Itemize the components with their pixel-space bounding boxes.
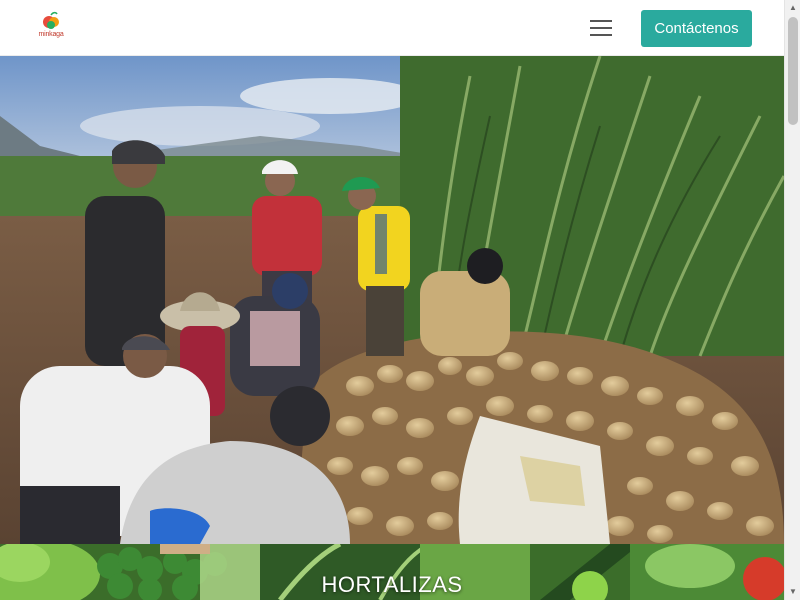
logo-text: minkaga	[38, 31, 64, 38]
scroll-down-arrow-icon[interactable]: ▼	[785, 584, 800, 600]
scroll-up-arrow-icon[interactable]: ▲	[785, 0, 800, 16]
page-scrollbar[interactable]: ▲ ▼	[784, 0, 800, 600]
contact-button[interactable]: Contáctenos	[641, 10, 752, 47]
site-header: minkaga Contáctenos	[0, 0, 784, 56]
category-title: HORTALIZAS	[321, 572, 463, 597]
hero-image	[0, 56, 784, 544]
logo-fruit-icon	[43, 11, 59, 29]
site-logo[interactable]: minkaga	[34, 10, 68, 42]
hamburger-menu-icon[interactable]	[585, 14, 617, 42]
scrollbar-thumb[interactable]	[788, 17, 798, 125]
page: minkaga Contáctenos HORTALIZAS ▲ ▼	[0, 0, 800, 600]
potato-harvest-photo	[0, 56, 784, 544]
category-banner-hortalizas[interactable]: HORTALIZAS	[0, 544, 784, 600]
